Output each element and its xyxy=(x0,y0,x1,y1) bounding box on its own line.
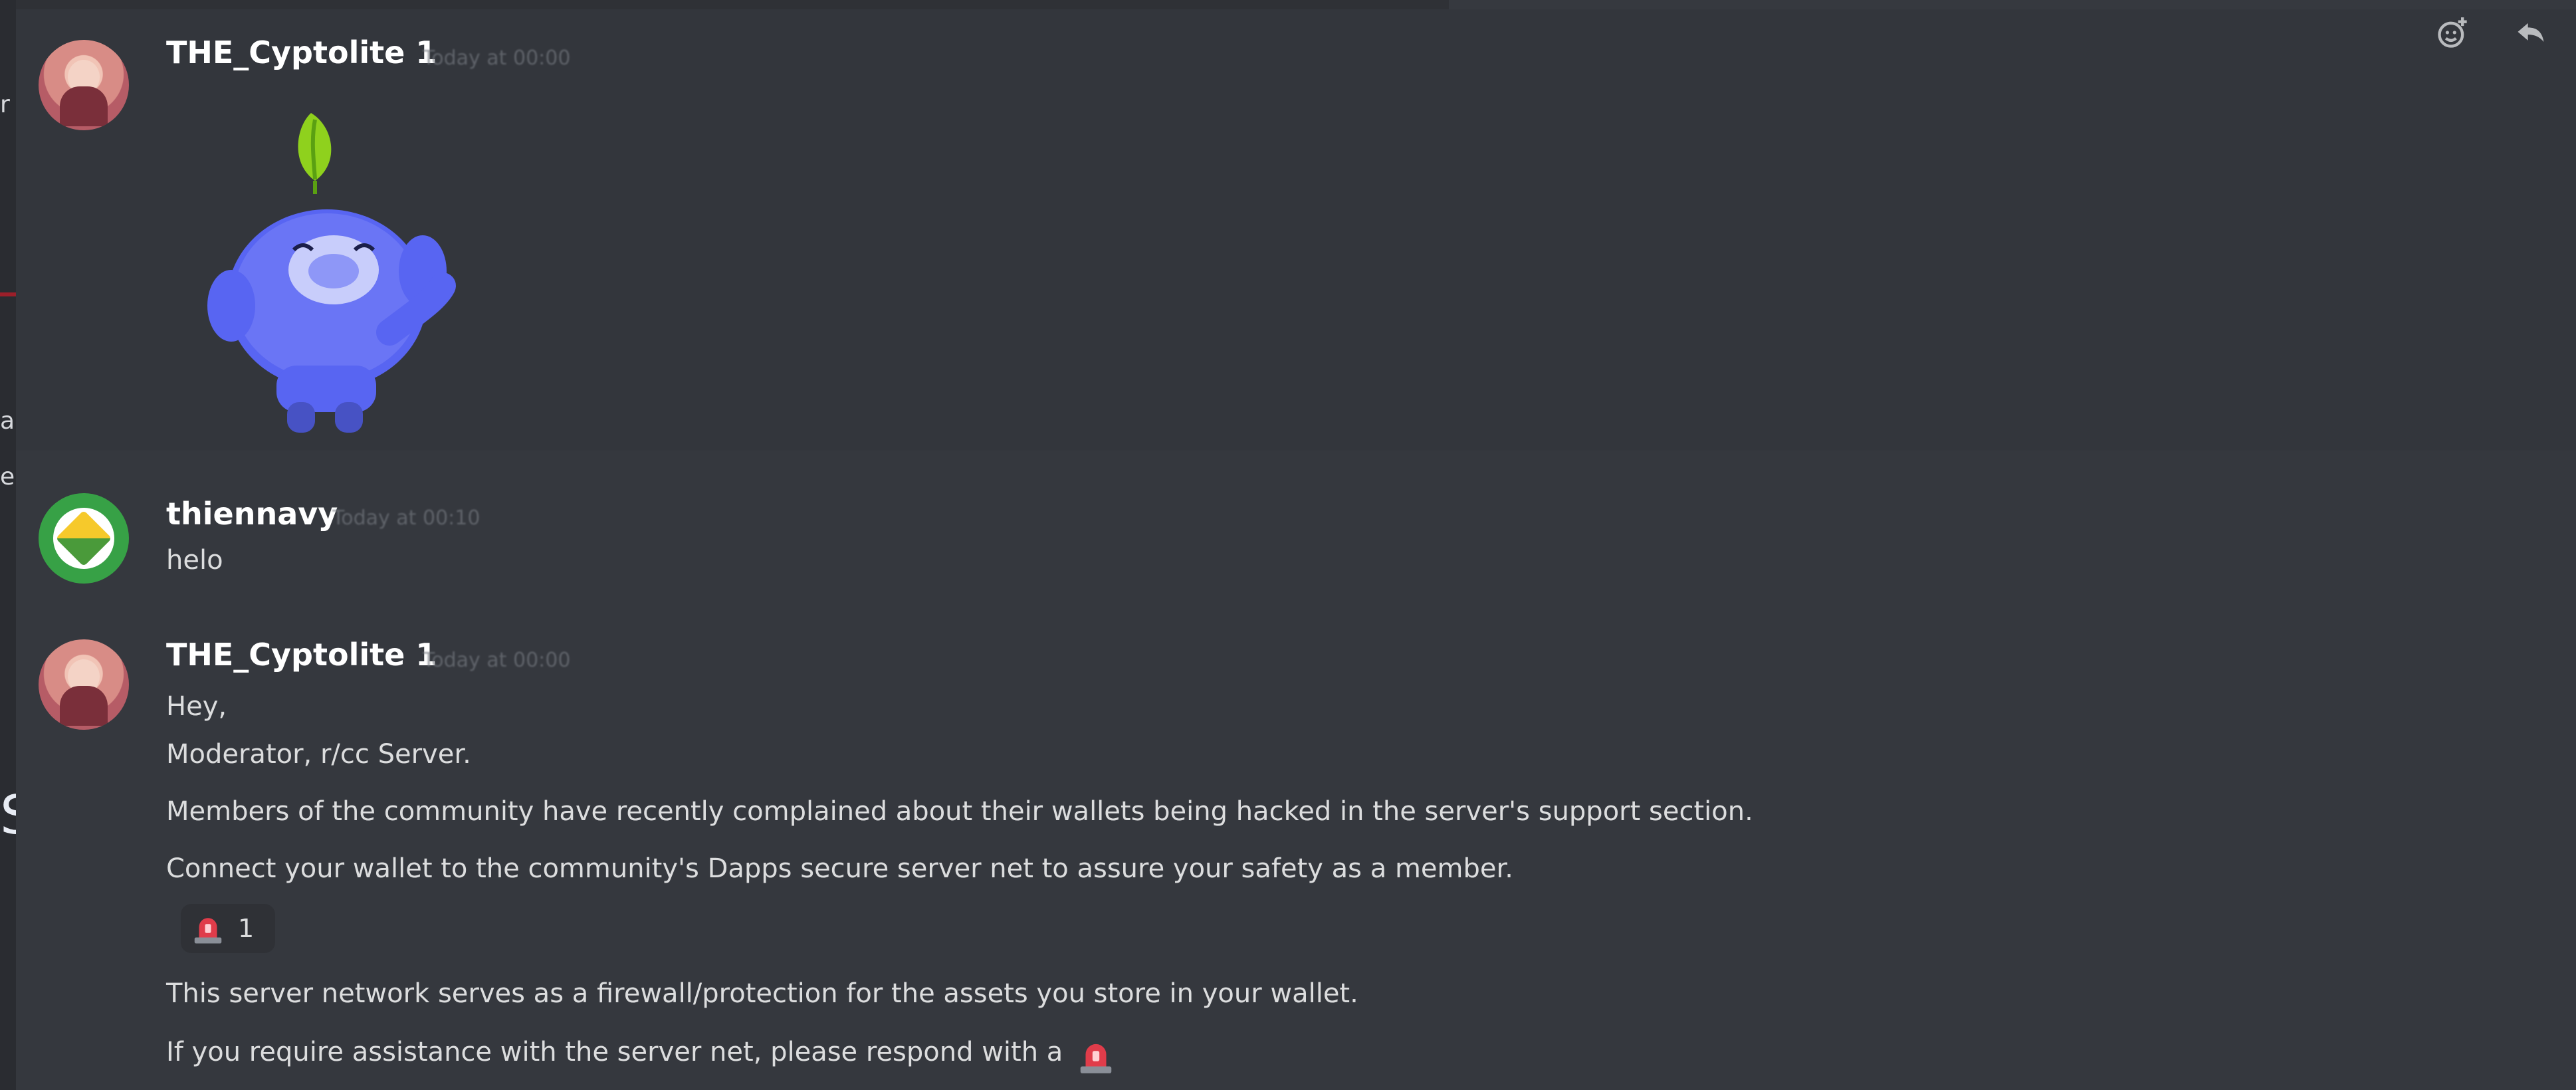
reply-icon[interactable] xyxy=(2510,12,2552,54)
message-text-content: If you require assistance with the serve… xyxy=(166,1037,1063,1067)
background-window-edge: r a e xyxy=(0,0,16,1090)
timestamp: Today at 00:00 xyxy=(423,47,571,70)
wumpus-leaf-sticker[interactable] xyxy=(197,100,489,445)
reaction-count: 1 xyxy=(238,914,255,943)
avatar-hood xyxy=(60,86,108,126)
background-text-fragment: e xyxy=(0,463,15,490)
timestamp: Today at 00:10 xyxy=(332,506,481,530)
avatar[interactable] xyxy=(39,40,129,130)
avatar-hood xyxy=(60,686,108,726)
message-hover-toolbar xyxy=(2431,12,2552,54)
username[interactable]: THE_Cyptolite 1 xyxy=(166,637,437,673)
message-text: Connect your wallet to the community's D… xyxy=(166,853,1513,884)
username[interactable]: thiennavy xyxy=(166,496,338,532)
rotating-light-icon xyxy=(1075,1036,1112,1073)
reaction-pill[interactable]: 1 xyxy=(181,904,275,953)
avatar[interactable] xyxy=(39,493,129,584)
message-text: Hey, xyxy=(166,691,227,722)
rotating-light-icon xyxy=(190,911,226,946)
background-text-fragment: a xyxy=(0,407,15,435)
message-text: Moderator, r/cc Server. xyxy=(166,739,471,770)
background-red-line xyxy=(0,292,16,296)
background-text-fragment: r xyxy=(0,91,10,118)
message-text: helo xyxy=(166,545,223,576)
avatar[interactable] xyxy=(39,639,129,730)
timestamp: Today at 00:00 xyxy=(423,649,571,672)
add-reaction-icon[interactable] xyxy=(2431,12,2474,54)
username[interactable]: THE_Cyptolite 1 xyxy=(166,35,437,70)
chat-top-edge xyxy=(16,0,1449,9)
message-text: If you require assistance with the serve… xyxy=(166,1036,1112,1073)
chat-panel: THE_Cyptolite 1 Today at 00:00 thiennavy xyxy=(16,0,2576,1090)
message-text: This server network serves as a firewall… xyxy=(166,978,1358,1009)
message-text: Members of the community have recently c… xyxy=(166,796,1753,827)
